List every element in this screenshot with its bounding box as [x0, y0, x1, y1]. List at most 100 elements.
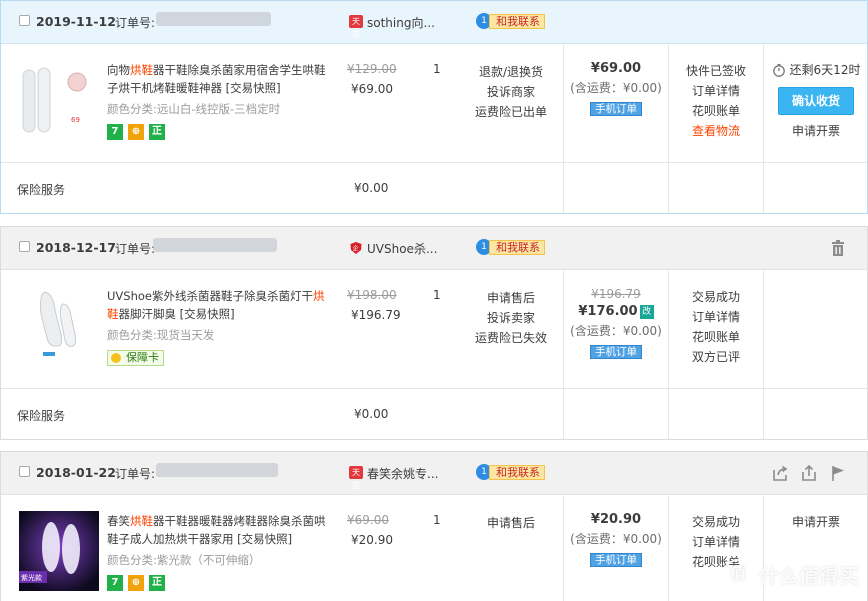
product-title-link[interactable]: 春笑烘鞋器干鞋器暖鞋器烤鞋器除臭杀菌哄鞋子成人加热烘干器家用 [交易快照]	[107, 512, 329, 548]
watermark-logo: 值	[723, 559, 753, 589]
product-thumbnail[interactable]: 紫光款	[19, 511, 99, 591]
shop-name-link[interactable]: sothing向...	[367, 14, 435, 31]
header-actions	[771, 464, 847, 482]
original-price: ¥198.00	[347, 288, 397, 302]
product-sku: 颜色分类:远山白-线控版-三档定时	[107, 102, 281, 116]
shipping-insurance-status[interactable]: 运费险已失效	[467, 328, 555, 348]
order-date: 2019-11-12	[36, 14, 116, 29]
order-header: 2018-12-17 订单号: 企 UVShoe杀... 1 和我联系	[1, 227, 867, 270]
guarantee-icon[interactable]: ⊕	[128, 124, 144, 140]
contact-seller-label: 和我联系	[489, 465, 545, 480]
shipping-fee: (含运费：¥0.00)	[570, 81, 662, 95]
share-icon[interactable]	[771, 464, 789, 482]
tmall-icon: 天猫	[349, 466, 363, 490]
order-actions-cell: 申请开票	[764, 512, 868, 532]
timer-icon	[772, 63, 785, 77]
product-thumbnail[interactable]	[19, 286, 99, 366]
product-thumbnail[interactable]: 69	[19, 60, 99, 140]
quantity: 1	[433, 62, 441, 76]
after-sales-link[interactable]: 申请售后	[467, 513, 555, 533]
order-details-link[interactable]: 订单详情	[669, 307, 763, 327]
shop-name-link[interactable]: 春笑余姚专...	[367, 465, 438, 482]
divider	[763, 271, 764, 439]
unit-price: ¥69.00	[351, 82, 393, 96]
flag-icon[interactable]	[829, 464, 847, 482]
order-card: 2018-01-22 订单号: 天猫 春笑余姚专... 1 和我联系 紫光款 春…	[0, 451, 868, 601]
seven-day-return-icon[interactable]: 7	[107, 575, 123, 591]
pre-adjust-amount: ¥196.79	[591, 287, 641, 301]
paid-amount: ¥69.00	[590, 61, 642, 76]
request-invoice-link[interactable]: 申请开票	[764, 512, 868, 532]
after-sales-actions: 申请售后 投诉卖家 运费险已失效	[467, 288, 555, 348]
order-select-checkbox[interactable]	[19, 241, 30, 252]
guarantee-icon[interactable]: ⊕	[128, 575, 144, 591]
order-status: 交易成功	[691, 290, 740, 304]
shipping-insurance-status[interactable]: 运费险已出单	[467, 102, 555, 122]
order-details-link[interactable]: 订单详情	[669, 81, 763, 101]
order-card: 2019-11-12 订单号: 天猫 sothing向... 1 和我联系 69…	[0, 0, 868, 214]
after-sales-actions: 申请售后	[467, 513, 555, 533]
quantity: 1	[433, 513, 441, 527]
product-title-link[interactable]: UVShoe紫外线杀菌器鞋子除臭杀菌灯干烘鞋器脚汗脚臭 [交易快照]	[107, 287, 329, 323]
order-header: 2018-01-22 订单号: 天猫 春笑余姚专... 1 和我联系	[1, 452, 867, 495]
complain-link[interactable]: 投诉商家	[467, 82, 555, 102]
order-header: 2019-11-12 订单号: 天猫 sothing向... 1 和我联系	[1, 1, 867, 44]
refund-link[interactable]: 退款/退换货	[467, 62, 555, 82]
shipping-fee: (含运费：¥0.00)	[570, 532, 662, 546]
payment-cell: ¥20.90 (含运费：¥0.00) 手机订单	[564, 512, 668, 567]
order-status: 交易成功	[691, 515, 740, 529]
order-select-checkbox[interactable]	[19, 466, 30, 477]
request-invoice-link[interactable]: 申请开票	[764, 121, 868, 141]
service-badges: 7 ⊕ 正	[107, 575, 165, 591]
watermark: 值 什么值得买	[723, 559, 859, 589]
insurance-label: 保险服务	[17, 409, 66, 423]
original-price: ¥129.00	[347, 62, 397, 76]
payment-cell: ¥69.00 (含运费：¥0.00) 手机订单	[564, 61, 668, 116]
upload-icon[interactable]	[800, 464, 818, 482]
insurance-value: ¥0.00	[354, 181, 389, 195]
insurance-value: ¥0.00	[354, 407, 389, 421]
paid-amount: ¥20.90	[590, 512, 642, 527]
after-sales-actions: 退款/退换货 投诉商家 运费险已出单	[467, 62, 555, 122]
countdown-text: 还剩6天12时	[789, 63, 861, 77]
svg-text:企: 企	[353, 245, 359, 253]
unit-price: ¥20.90	[351, 533, 393, 547]
shipping-fee: (含运费：¥0.00)	[570, 324, 662, 338]
order-select-checkbox[interactable]	[19, 15, 30, 26]
price-changed-badge: 改	[639, 305, 654, 319]
huabei-bill-link[interactable]: 花呗账单	[669, 101, 763, 121]
after-sales-link[interactable]: 申请售后	[467, 288, 555, 308]
trash-icon[interactable]	[829, 239, 847, 257]
seven-day-return-icon[interactable]: 7	[107, 124, 123, 140]
view-logistics-link[interactable]: 查看物流	[669, 121, 763, 141]
service-badges: 保障卡	[107, 350, 164, 366]
product-sku: 颜色分类:紫光款（不可伸缩）	[107, 553, 261, 567]
unit-price: ¥196.79	[351, 308, 401, 322]
order-number-label: 订单号:	[115, 242, 156, 256]
product-title-link[interactable]: 向物烘鞋器干鞋除臭杀菌家用宿舍学生哄鞋子烘干机烤鞋暖鞋神器 [交易快照]	[107, 61, 329, 97]
mobile-order-badge: 手机订单	[590, 102, 642, 116]
service-badges: 7 ⊕ 正	[107, 124, 165, 140]
order-number-redacted	[156, 463, 278, 477]
guarantee-card-badge[interactable]: 保障卡	[107, 350, 164, 366]
order-date: 2018-12-17	[36, 240, 116, 255]
mobile-order-badge: 手机订单	[590, 345, 642, 359]
product-sku: 颜色分类:现货当天发	[107, 328, 215, 342]
svg-text:69: 69	[71, 116, 80, 124]
paid-amount: ¥176.00 改	[564, 304, 668, 319]
original-price: ¥69.00	[347, 513, 389, 527]
review-status-link[interactable]: 双方已评	[669, 347, 763, 367]
genuine-icon[interactable]: 正	[149, 575, 165, 591]
huabei-bill-link[interactable]: 花呗账单	[669, 327, 763, 347]
order-status: 快件已签收	[685, 64, 746, 78]
quantity: 1	[433, 288, 441, 302]
order-date: 2018-01-22	[36, 465, 116, 480]
order-actions-cell: 还剩6天12时 确认收货 申请开票	[764, 61, 868, 141]
confirm-receipt-button[interactable]: 确认收货	[778, 87, 854, 115]
shop-name-link[interactable]: UVShoe杀...	[367, 240, 437, 257]
order-details-link[interactable]: 订单详情	[669, 532, 763, 552]
insurance-row: 保险服务 ¥0.00	[1, 164, 564, 214]
contact-seller-label: 和我联系	[489, 240, 545, 255]
genuine-icon[interactable]: 正	[149, 124, 165, 140]
complain-link[interactable]: 投诉卖家	[467, 308, 555, 328]
